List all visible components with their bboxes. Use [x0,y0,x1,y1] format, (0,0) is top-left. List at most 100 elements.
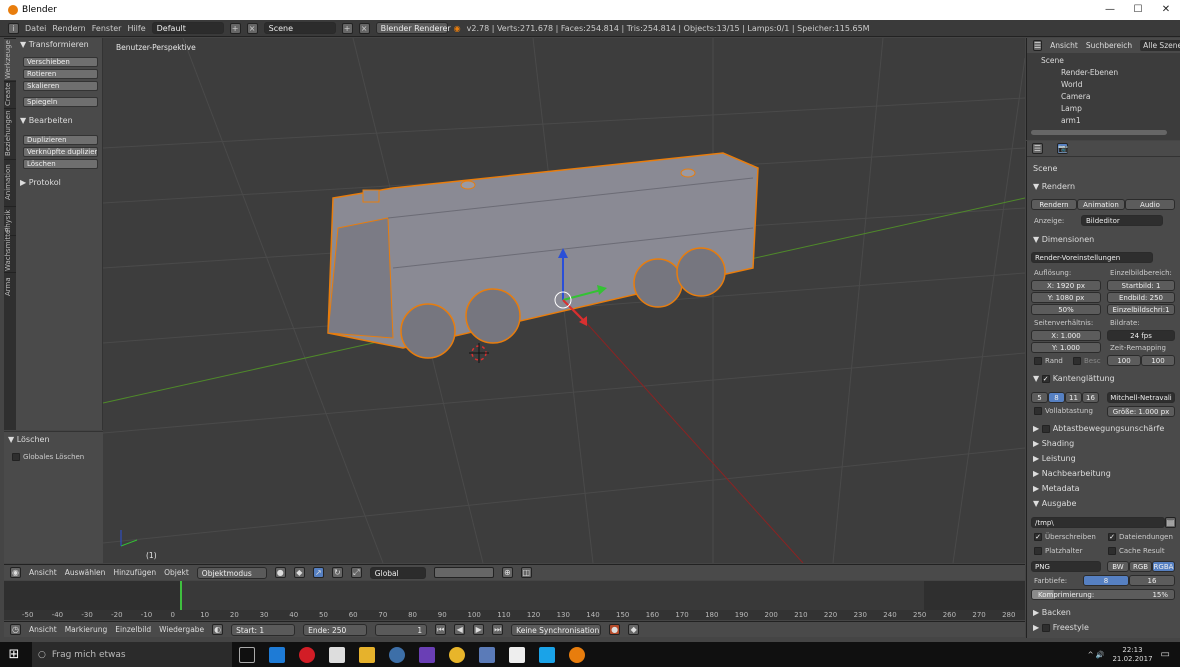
delete-button[interactable]: Löschen [23,159,98,169]
rotate-button[interactable]: Rotieren [23,69,98,79]
current-frame-field[interactable]: 1 [375,623,428,636]
audio-button[interactable]: Audio [1125,199,1175,210]
color-bw-button[interactable]: BW [1107,561,1129,572]
fire-truck-model[interactable] [327,152,759,359]
clock[interactable]: 22:13 21.02.2017 [1112,646,1152,664]
editor-type-icon[interactable]: i [8,22,19,34]
full-sample-option[interactable]: Vollabtastung [1034,407,1093,415]
aa-samples-8[interactable]: 8 [1048,392,1065,403]
postprocessing-panel-header[interactable]: ▶ Nachbearbeitung [1033,469,1111,478]
start-frame-field[interactable]: Start: 1 [231,623,296,636]
notification-icon[interactable]: ▭ [1161,649,1170,660]
tab-tools[interactable]: Werkzeuge [4,38,16,80]
dimensions-panel-header[interactable]: ▼ Dimensionen [1033,235,1094,244]
folder-icon[interactable]: ▤ [1165,517,1176,528]
border-checkbox[interactable] [1034,357,1042,365]
outliner-item-camera[interactable]: Camera [1061,92,1090,101]
start-frame-prop-field[interactable]: Startbild: 1 [1107,280,1175,291]
aa-samples-5[interactable]: 5 [1031,392,1048,403]
full-sample-checkbox[interactable] [1034,407,1042,415]
minimize-button[interactable]: — [1096,0,1124,20]
timeline-editor-icon[interactable]: ◷ [10,624,21,635]
overwrite-checkbox[interactable]: ✓ [1034,533,1042,541]
outliner-display-select[interactable]: Alle Szenen [1140,40,1180,51]
chrome-browser-icon[interactable] [449,646,465,663]
tab-create[interactable]: Create [4,81,16,107]
shading-panel-header[interactable]: ▶ Shading [1033,439,1074,448]
outliner-scrollbar[interactable] [1031,130,1167,135]
mode-select[interactable]: Objektmodus [196,566,267,579]
properties-editor-icon[interactable]: ☰ [1032,143,1043,154]
remap-new-field[interactable]: 100 [1141,355,1175,366]
steam-icon[interactable] [389,646,405,663]
manipulator-translate-icon[interactable]: ↗ [312,567,324,578]
outliner-item-render-layers[interactable]: Render-Ebenen [1061,68,1118,77]
tray-icons[interactable]: ^ 🔊 [1088,651,1105,659]
menu-object[interactable]: Objekt [164,568,189,577]
render-button[interactable]: Rendern [1031,199,1077,210]
manipulator-scale-icon[interactable]: ⤢ [350,567,362,578]
duplicate-button[interactable]: Duplizieren [23,135,98,145]
render-preview-icon[interactable]: ◫ [520,567,532,578]
output-panel-header[interactable]: ▼ Ausgabe [1033,499,1076,508]
store-icon[interactable] [329,646,345,663]
resolution-x-field[interactable]: X: 1920 px [1031,280,1101,291]
3d-cursor-icon[interactable] [469,343,489,363]
freestyle-checkbox[interactable] [1041,623,1050,632]
menu-marker[interactable]: Markierung [65,625,108,634]
scale-button[interactable]: Skalieren [23,81,98,91]
outliner-menu-view[interactable]: Ansicht [1050,41,1078,50]
global-delete-option[interactable]: Globales Löschen [12,453,84,461]
animation-button[interactable]: Animation [1077,199,1125,210]
edge-browser-icon[interactable] [269,646,285,663]
tab-animation[interactable]: Animation [4,159,16,205]
resolution-percent-field[interactable]: 50% [1031,304,1101,315]
delete-operator-header[interactable]: ▼ Löschen [8,435,50,444]
shading-icon[interactable]: ● [274,567,286,578]
pivot-icon[interactable]: ◆ [293,567,305,578]
maximize-button[interactable]: ☐ [1124,0,1152,20]
play-reverse-icon[interactable]: ◀ [454,624,466,635]
duplicate-linked-button[interactable]: Verknüpfte duplizieren [23,147,98,157]
placeholders-option[interactable]: Platzhalter [1034,547,1082,555]
taskbar-search[interactable]: ○ Frag mich etwas [32,642,232,667]
tool-app-icon[interactable] [419,646,435,663]
blender-taskbar-icon[interactable] [569,646,585,663]
aspect-y-field[interactable]: Y: 1.000 [1031,342,1101,353]
metadata-panel-header[interactable]: ▶ Metadata [1033,484,1080,493]
play-icon[interactable]: ▶ [473,624,485,635]
render-engine-select[interactable]: Blender Renderer [375,22,451,34]
remap-old-field[interactable]: 100 [1107,355,1141,366]
aa-samples-11[interactable]: 11 [1065,392,1082,403]
layout-select[interactable]: Default [151,22,224,34]
snap-icon[interactable]: ⊕ [501,567,513,578]
task-view-icon[interactable] [239,646,255,663]
preview-range-icon[interactable]: ◐ [212,624,224,635]
skype-icon[interactable] [539,646,555,663]
global-delete-checkbox[interactable] [12,453,20,461]
end-frame-field[interactable]: Ende: 250 [303,623,368,636]
aa-filter-select[interactable]: Mitchell-Netravali [1107,392,1175,403]
extensions-checkbox[interactable]: ✓ [1108,533,1116,541]
menu-timeline-view[interactable]: Ansicht [29,625,57,634]
render-presets-select[interactable]: Render-Voreinstellungen [1031,252,1153,263]
file-format-select[interactable]: PNG [1031,561,1101,572]
messenger-icon[interactable] [479,646,495,663]
menu-render[interactable]: Rendern [52,24,85,33]
opera-browser-icon[interactable] [299,646,315,663]
transform-panel-header[interactable]: ▼ Transformieren [20,40,89,49]
menu-frame[interactable]: Einzelbild [115,625,151,634]
extensions-option[interactable]: ✓ Dateiendungen [1108,533,1173,541]
menu-file[interactable]: Datei [25,24,46,33]
fps-select[interactable]: 24 fps [1107,330,1175,341]
add-layout-icon[interactable]: + [229,22,241,34]
translate-button[interactable]: Verschieben [23,57,98,67]
tab-arma[interactable]: Arma [4,272,16,300]
remove-layout-icon[interactable]: × [246,22,258,34]
tab-relations[interactable]: Beziehungen [4,108,16,158]
performance-panel-header[interactable]: ▶ Leistung [1033,454,1076,463]
manipulator-rotate-icon[interactable]: ↻ [331,567,343,578]
close-button[interactable]: ✕ [1152,0,1180,20]
history-panel-header[interactable]: ▶ Protokol [20,178,61,187]
overwrite-option[interactable]: ✓ Überschreiben [1034,533,1096,541]
